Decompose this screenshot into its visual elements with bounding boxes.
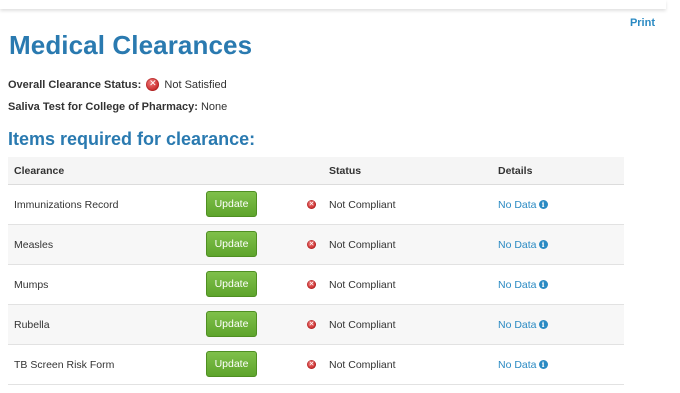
column-header-details: Details xyxy=(498,165,533,177)
info-icon: i xyxy=(538,199,548,209)
clearance-table: Clearance Status Details Immunizations R… xyxy=(8,157,624,385)
x-circle-icon: ✕ xyxy=(307,240,316,249)
column-header-clearance: Clearance xyxy=(14,165,65,177)
status-text: Not Compliant xyxy=(329,199,396,211)
status-text: Not Compliant xyxy=(329,359,396,371)
details-label: No Data xyxy=(498,359,537,371)
info-icon: i xyxy=(538,319,548,329)
x-circle-icon: ✕ xyxy=(307,200,316,209)
update-button[interactable]: Update xyxy=(206,311,257,337)
details-link[interactable]: No Data i xyxy=(498,319,548,331)
details-link[interactable]: No Data i xyxy=(498,239,548,251)
info-icon: i xyxy=(538,359,548,369)
table-row: TB Screen Risk Form Update ✕ Not Complia… xyxy=(8,345,624,385)
overall-clearance-status: Overall Clearance Status: ✕ Not Satisfie… xyxy=(8,77,227,91)
clearance-name: TB Screen Risk Form xyxy=(14,359,115,371)
x-circle-icon: ✕ xyxy=(307,320,316,329)
details-label: No Data xyxy=(498,239,537,251)
clearance-name: Rubella xyxy=(14,319,50,331)
table-row: Measles Update ✕ Not Compliant No Data i xyxy=(8,225,624,265)
top-bar xyxy=(0,0,666,9)
details-label: No Data xyxy=(498,279,537,291)
info-icon: i xyxy=(538,279,548,289)
saliva-test-status: Saliva Test for College of Pharmacy: Non… xyxy=(8,101,227,113)
info-icon: i xyxy=(538,239,548,249)
table-header: Clearance Status Details xyxy=(8,157,624,185)
update-button[interactable]: Update xyxy=(206,191,257,217)
table-row: Immunizations Record Update ✕ Not Compli… xyxy=(8,185,624,225)
clearance-name: Measles xyxy=(14,239,54,251)
details-link[interactable]: No Data i xyxy=(498,279,548,291)
saliva-test-value: None xyxy=(200,101,228,113)
x-circle-icon: ✕ xyxy=(307,280,316,289)
update-button[interactable]: Update xyxy=(206,231,257,257)
overall-status-label: Overall Clearance Status: xyxy=(8,79,142,91)
overall-status-value: Not Satisfied xyxy=(164,79,227,91)
table-row: Rubella Update ✕ Not Compliant No Data i xyxy=(8,305,624,345)
update-button[interactable]: Update xyxy=(206,271,257,297)
status-text: Not Compliant xyxy=(329,319,396,331)
status-text: Not Compliant xyxy=(329,279,396,291)
x-circle-icon: ✕ xyxy=(307,360,316,369)
table-row: Mumps Update ✕ Not Compliant No Data i xyxy=(8,265,624,305)
details-label: No Data xyxy=(498,199,537,211)
details-label: No Data xyxy=(498,319,537,331)
details-link[interactable]: No Data i xyxy=(498,359,548,371)
clearance-name: Mumps xyxy=(14,279,49,291)
update-button[interactable]: Update xyxy=(206,351,257,377)
print-link[interactable]: Print xyxy=(630,17,655,29)
page-title: Medical Clearances xyxy=(9,30,253,60)
section-title: Items required for clearance: xyxy=(8,129,256,149)
clearance-name: Immunizations Record xyxy=(14,199,119,211)
status-text: Not Compliant xyxy=(329,239,396,251)
column-header-status: Status xyxy=(329,165,362,177)
details-link[interactable]: No Data i xyxy=(498,199,548,211)
saliva-test-label: Saliva Test for College of Pharmacy: xyxy=(8,101,198,113)
x-circle-icon: ✕ xyxy=(146,77,160,91)
